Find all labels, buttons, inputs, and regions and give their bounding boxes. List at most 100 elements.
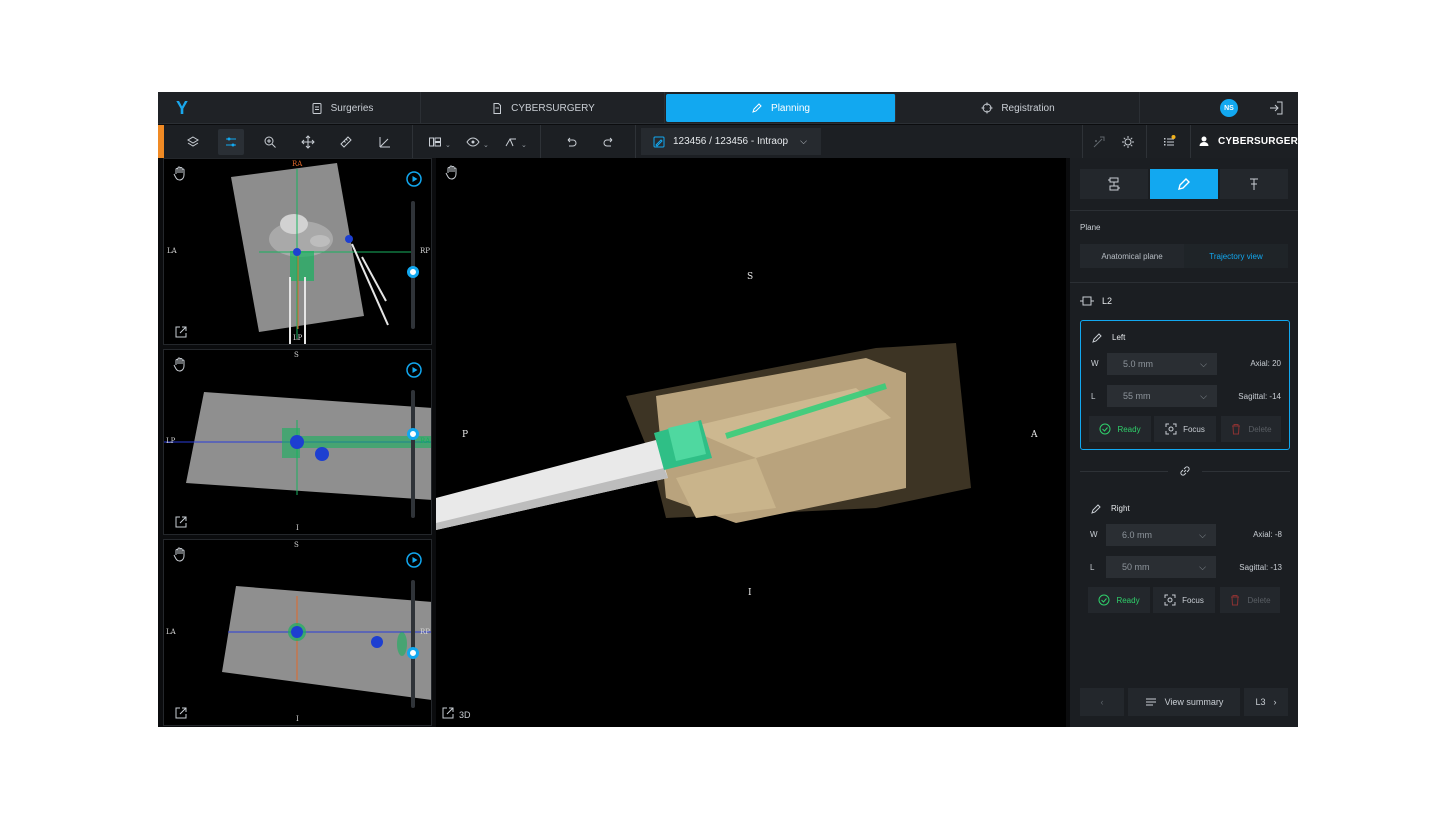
link-icon[interactable] bbox=[1178, 464, 1192, 478]
length-dropdown[interactable]: 55 mm ⌵ bbox=[1107, 385, 1217, 407]
focus-button[interactable]: Focus bbox=[1154, 416, 1216, 442]
angle-button[interactable] bbox=[372, 129, 398, 155]
toolbar-divider bbox=[1082, 125, 1083, 158]
layers-button[interactable] bbox=[180, 129, 206, 155]
focus-button[interactable]: Focus bbox=[1153, 587, 1215, 613]
hand-icon[interactable] bbox=[444, 164, 460, 180]
expand-icon[interactable] bbox=[441, 706, 455, 720]
ready-button[interactable]: Ready bbox=[1089, 416, 1151, 442]
accent-strip bbox=[158, 125, 164, 158]
orientation-top: RA bbox=[292, 160, 303, 168]
screw-side-label: Left bbox=[1112, 333, 1126, 342]
tab-planning[interactable]: Planning bbox=[666, 94, 896, 122]
divider bbox=[1202, 471, 1290, 472]
zoom-button[interactable] bbox=[257, 129, 283, 155]
divider bbox=[1070, 282, 1298, 283]
orientation-right: RP bbox=[420, 628, 430, 636]
segment-screws[interactable] bbox=[1150, 169, 1218, 199]
patient-selector[interactable]: 123456 / 123456 - Intraop ⌵ bbox=[641, 128, 821, 155]
delete-button[interactable]: Delete bbox=[1221, 416, 1281, 442]
hand-icon[interactable] bbox=[172, 546, 188, 562]
play-icon[interactable] bbox=[406, 552, 422, 568]
delete-button[interactable]: Delete bbox=[1220, 587, 1280, 613]
chevron-down-icon[interactable]: ⌄ bbox=[445, 141, 451, 149]
segment-vertebra[interactable] bbox=[1080, 169, 1148, 199]
user-menu[interactable]: CYBERSURGERY bbox=[1198, 131, 1298, 151]
view-summary-button[interactable]: View summary bbox=[1128, 688, 1240, 716]
next-level-label: L3 bbox=[1255, 697, 1266, 707]
slice-slider[interactable] bbox=[411, 390, 415, 518]
delete-label: Delete bbox=[1248, 424, 1272, 434]
plane-label: Plane bbox=[1080, 223, 1101, 232]
expand-icon[interactable] bbox=[174, 325, 188, 339]
slice-slider[interactable] bbox=[411, 580, 415, 708]
toolbar-divider bbox=[412, 125, 413, 158]
orientation-left: LA bbox=[166, 628, 176, 636]
zoom-in-icon bbox=[264, 136, 276, 148]
trajectory-button[interactable] bbox=[1086, 129, 1112, 155]
tab-label: Planning bbox=[771, 102, 810, 114]
screw-tool-icon bbox=[505, 138, 516, 147]
chevron-down-icon[interactable]: ⌄ bbox=[521, 141, 527, 149]
orientation-bottom: I bbox=[748, 588, 752, 598]
slice-slider-knob[interactable] bbox=[407, 266, 419, 278]
sagittal-viewport[interactable]: S LP RA I bbox=[163, 349, 432, 535]
next-level-button[interactable]: L3 › bbox=[1244, 688, 1288, 716]
crosshair-icon bbox=[981, 102, 993, 114]
main-3d-viewport[interactable]: S P A I 3D bbox=[436, 158, 1066, 727]
anatomical-plane-button[interactable]: Anatomical plane bbox=[1080, 244, 1184, 268]
expand-icon[interactable] bbox=[174, 515, 188, 529]
pencil-icon bbox=[1178, 178, 1190, 190]
slice-slider[interactable] bbox=[411, 201, 415, 329]
hand-icon[interactable] bbox=[172, 165, 188, 181]
tasks-button[interactable] bbox=[1156, 129, 1182, 155]
expand-icon[interactable] bbox=[174, 706, 188, 720]
screw-card-right[interactable]: Right W 6.0 mm ⌵ Axial: -8 L 50 mm ⌵ Sag… bbox=[1080, 492, 1290, 622]
measure-button[interactable] bbox=[333, 129, 359, 155]
play-icon[interactable] bbox=[406, 362, 422, 378]
logout-icon[interactable] bbox=[1268, 100, 1284, 116]
undo-button[interactable] bbox=[558, 129, 584, 155]
axial-viewport[interactable]: RA LA RP LP bbox=[163, 158, 432, 345]
hand-icon[interactable] bbox=[172, 356, 188, 372]
orientation-top: S bbox=[294, 541, 299, 549]
chevron-down-icon: ⌵ bbox=[800, 136, 807, 146]
slice-slider-knob[interactable] bbox=[407, 428, 419, 440]
focus-label: Focus bbox=[1182, 595, 1204, 605]
orientation-bottom: I bbox=[296, 524, 299, 532]
level-label: L2 bbox=[1102, 296, 1113, 306]
auto-plan-button[interactable] bbox=[1115, 129, 1141, 155]
divider bbox=[1070, 210, 1298, 211]
length-dropdown[interactable]: 50 mm ⌵ bbox=[1106, 556, 1216, 578]
chevron-down-icon[interactable]: ⌄ bbox=[483, 141, 489, 149]
slice-slider-knob[interactable] bbox=[407, 647, 419, 659]
chevron-down-icon: ⌵ bbox=[1200, 358, 1207, 369]
coronal-viewport[interactable]: S LA RP I bbox=[163, 539, 432, 726]
layout-icon bbox=[429, 137, 441, 147]
screw-card-left[interactable]: Left W 5.0 mm ⌵ Axial: 20 L 55 mm ⌵ Sagi… bbox=[1080, 320, 1290, 450]
user-avatar[interactable]: NS bbox=[1220, 99, 1238, 117]
tab-cybersurgery[interactable]: CYBERSURGERY bbox=[422, 92, 665, 124]
width-dropdown[interactable]: 5.0 mm ⌵ bbox=[1107, 353, 1217, 375]
chevron-left-icon: ‹ bbox=[1100, 697, 1104, 707]
orientation-right: RA bbox=[420, 437, 431, 445]
orientation-right: A bbox=[1031, 430, 1038, 440]
segment-rod[interactable] bbox=[1220, 169, 1288, 199]
top-navigation: Y Surgeries CYBERSURGERY Planning Regist… bbox=[158, 92, 1298, 124]
trajectory-view-button[interactable]: Trajectory view bbox=[1184, 244, 1288, 268]
orientation-top: S bbox=[747, 272, 754, 282]
width-dropdown[interactable]: 6.0 mm ⌵ bbox=[1106, 524, 1216, 546]
adjust-button[interactable] bbox=[218, 129, 244, 155]
tab-label: Registration bbox=[1001, 102, 1055, 114]
redo-button[interactable] bbox=[596, 129, 622, 155]
orientation-left: P bbox=[462, 430, 469, 440]
length-label: L bbox=[1091, 392, 1096, 401]
tab-surgeries[interactable]: Surgeries bbox=[264, 92, 421, 124]
width-label: W bbox=[1090, 530, 1098, 539]
previous-level-button[interactable]: ‹ bbox=[1080, 688, 1124, 716]
pan-button[interactable] bbox=[295, 129, 321, 155]
tab-registration[interactable]: Registration bbox=[897, 92, 1140, 124]
play-icon[interactable] bbox=[406, 171, 422, 187]
ready-button[interactable]: Ready bbox=[1088, 587, 1150, 613]
app-logo: Y bbox=[176, 98, 189, 118]
